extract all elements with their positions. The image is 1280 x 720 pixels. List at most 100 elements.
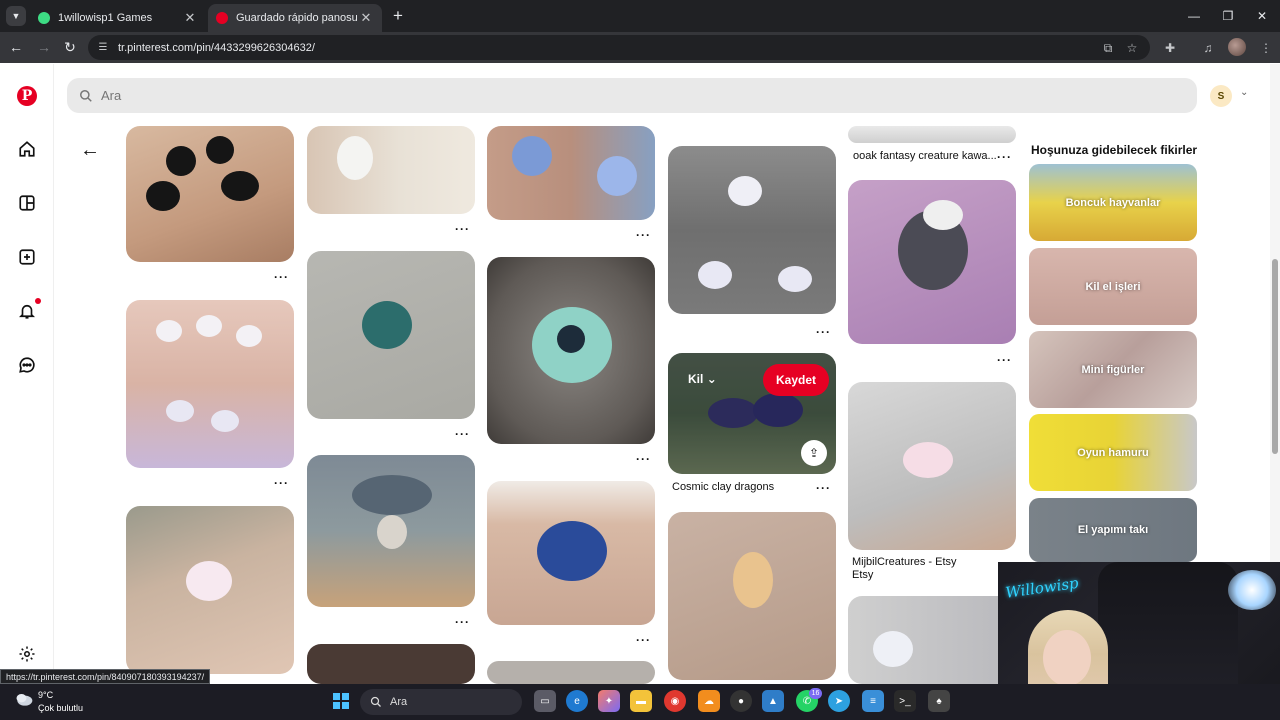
user-avatar[interactable]: S <box>1210 85 1232 107</box>
idea-el-yapimi-taki[interactable]: El yapımı takı <box>1029 498 1197 562</box>
board-select-dropdown[interactable]: Kil ⌄ <box>688 372 717 386</box>
pin-more-options-icon[interactable]: ··· <box>455 615 470 629</box>
weather-description[interactable]: Çok bulutlu <box>38 703 83 713</box>
messages-icon[interactable] <box>14 352 40 378</box>
weather-temperature[interactable]: 9°C <box>38 690 53 700</box>
pin-image-blue-dragon[interactable] <box>487 481 655 625</box>
streamer-logo: Willowisp <box>1004 573 1080 602</box>
close-window-icon[interactable]: ✕ <box>1252 6 1272 26</box>
pin-more-options-icon[interactable]: ··· <box>636 228 651 242</box>
windows-start-icon[interactable] <box>333 693 349 709</box>
pin-image-mushroom-dome[interactable] <box>307 455 475 607</box>
scrollbar-thumb[interactable] <box>1272 259 1278 454</box>
pin-image-blue-creature[interactable] <box>487 126 655 220</box>
settings-gear-icon[interactable] <box>14 641 40 667</box>
task-view-icon[interactable]: ▭ <box>534 690 556 712</box>
back-icon[interactable]: ← <box>6 37 26 57</box>
account-chevron-down-icon[interactable]: ⌄ <box>1240 87 1248 98</box>
save-button[interactable]: Kaydet <box>763 364 829 396</box>
photos-icon[interactable]: ▲ <box>762 690 784 712</box>
menu-kebab-icon[interactable]: ⋮ <box>1256 38 1276 58</box>
idea-kil-el-isleri[interactable]: Kil el işleri <box>1029 248 1197 325</box>
pin-more-options-icon[interactable]: ··· <box>455 222 470 236</box>
pin-more-options-icon[interactable]: ··· <box>636 452 651 466</box>
edge-browser-icon[interactable]: e <box>566 690 588 712</box>
media-control-icon[interactable]: ♫ <box>1198 38 1218 58</box>
pin-more-options-icon[interactable]: ··· <box>274 476 289 490</box>
idea-mini-figurler[interactable]: Mini figürler <box>1029 331 1197 408</box>
pin-more-options-icon[interactable]: ··· <box>455 427 470 441</box>
share-upload-icon[interactable]: ⇪ <box>801 440 827 466</box>
idea-label: Oyun hamuru <box>1077 446 1149 459</box>
cloud-app-icon[interactable]: ☁ <box>698 690 720 712</box>
restore-icon[interactable]: ❐ <box>1218 6 1238 26</box>
pinterest-favicon-icon <box>216 12 228 24</box>
search-input[interactable]: Ara <box>67 78 1197 113</box>
tab-1willowisp1-games[interactable]: 1willowisp1 Games ✕ <box>30 4 206 32</box>
pin-image-cat-charm[interactable] <box>668 512 836 680</box>
bookmark-star-icon[interactable]: ☆ <box>1122 38 1142 58</box>
obs-icon[interactable]: ● <box>730 690 752 712</box>
minimize-icon[interactable]: — <box>1184 6 1204 26</box>
browser-profile-avatar[interactable] <box>1228 38 1246 56</box>
link-status-url: https://tr.pinterest.com/pin/84090718039… <box>0 669 211 684</box>
taskbar-search-label: Ara <box>390 696 408 708</box>
pin-image-white-tiger[interactable] <box>307 126 475 214</box>
back-arrow-icon[interactable]: ← <box>80 139 100 161</box>
pin-image-black-cats[interactable] <box>126 126 294 262</box>
pin-image-white-seal-pair[interactable] <box>668 146 836 314</box>
notepad-icon[interactable]: ≡ <box>862 690 884 712</box>
search-icon <box>370 696 381 707</box>
search-icon <box>80 89 92 102</box>
pin-more-options-icon[interactable]: ··· <box>816 481 831 495</box>
search-placeholder: Ara <box>101 88 122 103</box>
taskbar-search[interactable]: Ara <box>360 689 522 715</box>
weather-cloud-icon[interactable] <box>14 691 34 707</box>
pin-image-gray-dragon[interactable] <box>848 180 1016 344</box>
tab-guardado-rapido[interactable]: Guardado rápido panosundaki ✕ <box>208 4 382 32</box>
app-icon[interactable]: ♠ <box>928 690 950 712</box>
pin-image-dark-partial[interactable] <box>307 644 475 684</box>
pin-more-options-icon[interactable]: ··· <box>997 150 1012 164</box>
pin-more-options-icon[interactable]: ··· <box>636 633 651 647</box>
home-icon[interactable] <box>14 136 40 162</box>
create-icon[interactable] <box>14 244 40 270</box>
tab-search-chevron-icon[interactable]: ▼ <box>6 6 26 26</box>
pin-image-teal-octopus[interactable] <box>307 251 475 419</box>
notification-dot <box>35 298 41 304</box>
close-tab-icon[interactable]: ✕ <box>358 10 374 26</box>
pin-image-white-cat[interactable] <box>126 506 294 674</box>
pin-image-partial[interactable] <box>487 661 655 684</box>
forward-icon[interactable]: → <box>34 37 54 57</box>
file-explorer-icon[interactable]: ▬ <box>630 690 652 712</box>
pin-more-options-icon[interactable]: ··· <box>274 270 289 284</box>
browser-toolbar: ← → ↻ ☰ tr.pinterest.com/pin/44332996263… <box>0 32 1280 63</box>
pin-title[interactable]: ooak fantasy creature kawa... <box>853 150 997 162</box>
terminal-icon[interactable]: >_ <box>894 690 916 712</box>
ring-light <box>1228 570 1276 610</box>
install-app-icon[interactable]: ⧉ <box>1098 38 1118 58</box>
explore-icon[interactable] <box>14 190 40 216</box>
pin-title[interactable]: Cosmic clay dragons <box>672 481 774 493</box>
copilot-icon[interactable]: ✦ <box>598 690 620 712</box>
idea-boncuk-hayvanlar[interactable]: Boncuk hayvanlar <box>1029 164 1197 241</box>
address-bar[interactable]: ☰ tr.pinterest.com/pin/4433299626304632/ <box>88 35 1150 60</box>
site-info-icon[interactable]: ☰ <box>96 41 110 55</box>
chrome-icon[interactable]: ◉ <box>664 690 686 712</box>
close-tab-icon[interactable]: ✕ <box>182 10 198 26</box>
new-tab-plus-icon[interactable]: + <box>388 6 408 26</box>
extensions-icon[interactable]: ✚ <box>1160 38 1180 58</box>
idea-oyun-hamuru[interactable]: Oyun hamuru <box>1029 414 1197 491</box>
telegram-icon[interactable]: ➤ <box>828 690 850 712</box>
idea-label: Mini figürler <box>1081 363 1145 376</box>
pin-image-white-seals[interactable] <box>126 300 294 468</box>
pin-image-partial-top[interactable] <box>848 126 1016 143</box>
pinterest-logo-icon[interactable]: P <box>17 86 37 106</box>
pin-more-options-icon[interactable]: ··· <box>997 353 1012 367</box>
reload-icon[interactable]: ↻ <box>60 37 80 57</box>
pin-image-cyclops-mint[interactable] <box>487 257 655 444</box>
pin-more-options-icon[interactable]: ··· <box>816 325 831 339</box>
pin-image-pink-dragon[interactable] <box>848 382 1016 550</box>
pin-title[interactable]: MijbilCreatures - Etsy <box>852 556 957 568</box>
pin-image-white-kitten[interactable] <box>848 596 1016 684</box>
